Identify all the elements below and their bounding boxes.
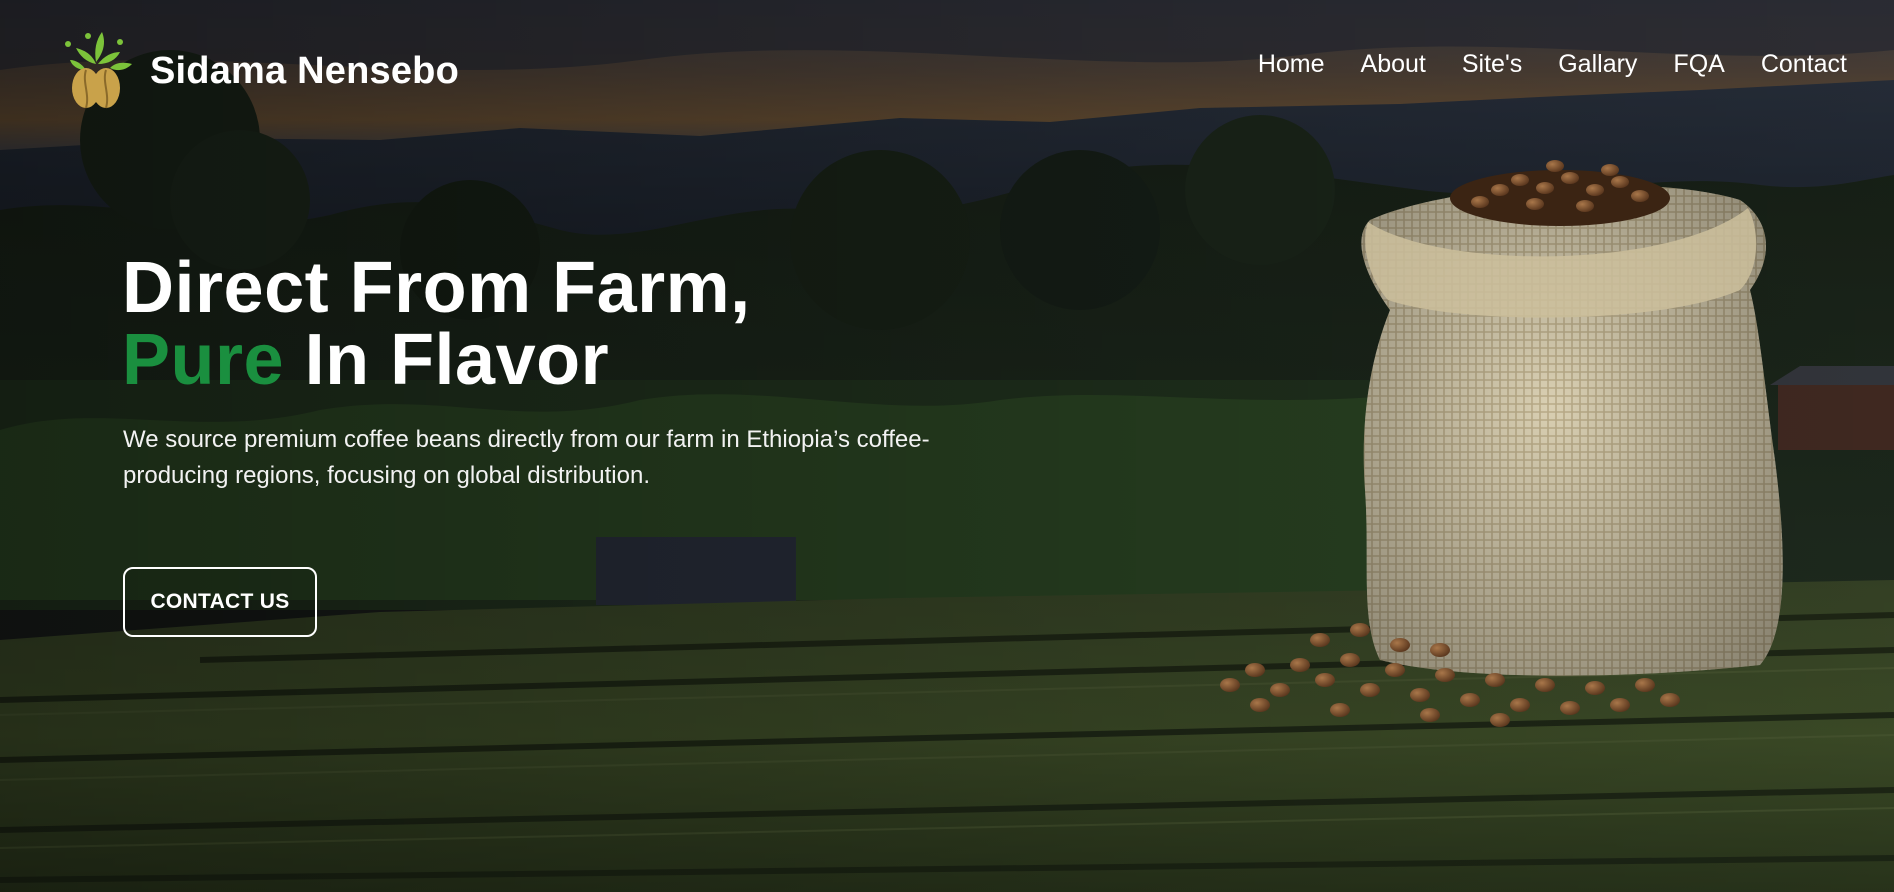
nav-item-contact[interactable]: Contact [1761,50,1847,79]
hero-description: We source premium coffee beans directly … [123,426,930,489]
nav-item-about[interactable]: About [1361,50,1426,79]
headline-line-1: Direct From Farm, [122,248,751,328]
hero-headline: Direct From Farm, Pure In Flavor [122,252,751,396]
site-header: Sidama Nensebo Home About Site's Gallary… [0,0,1894,140]
brand[interactable]: Sidama Nensebo [62,30,459,112]
brand-name: Sidama Nensebo [150,49,460,92]
nav-item-home[interactable]: Home [1258,50,1325,79]
headline-rest: In Flavor [284,320,610,400]
coffee-plant-logo-icon [65,32,132,109]
headline-accent-word: Pure [122,320,285,400]
nav-item-faq[interactable]: FQA [1673,50,1724,79]
nav-item-sites[interactable]: Site's [1462,50,1522,79]
headline-line-2: Pure In Flavor [122,324,751,396]
main-nav: Home About Site's Gallary FQA Contact [1258,50,1847,79]
hero-section: Sidama Nensebo Home About Site's Gallary… [0,0,1894,892]
coffee-sack-icon [1220,160,1783,727]
contact-us-button[interactable]: CONTACT US [123,567,317,637]
nav-item-gallery[interactable]: Gallary [1558,50,1637,79]
